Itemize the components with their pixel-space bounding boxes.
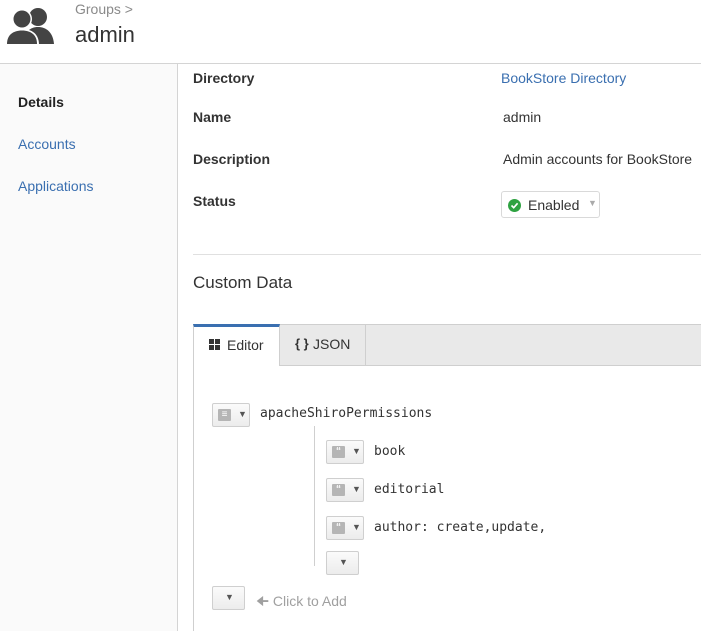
braces-icon: { } xyxy=(295,336,309,351)
description-value: Admin accounts for BookStore xyxy=(503,151,693,167)
grid-icon xyxy=(209,339,221,351)
tab-editor[interactable]: Editor xyxy=(193,324,280,367)
sidebar-item-accounts[interactable]: Accounts xyxy=(18,136,76,152)
quote-icon: “ xyxy=(332,446,345,458)
quote-icon: “ xyxy=(332,522,345,534)
directory-label: Directory xyxy=(193,70,255,86)
section-divider xyxy=(193,254,701,255)
tree-item[interactable]: editorial xyxy=(374,482,444,497)
tab-json-label: JSON xyxy=(313,336,351,352)
status-value: Enabled xyxy=(528,197,580,213)
page-header: Groups > admin xyxy=(0,0,701,64)
object-type-button[interactable]: ≡ ▼ xyxy=(212,403,250,427)
sidebar: Details Accounts Applications xyxy=(0,64,178,631)
directory-link[interactable]: BookStore Directory xyxy=(501,70,626,86)
chevron-down-icon: ▼ xyxy=(588,198,597,208)
breadcrumb[interactable]: Groups > xyxy=(75,1,133,17)
sidebar-item-applications[interactable]: Applications xyxy=(18,178,94,194)
check-circle-icon xyxy=(508,199,521,212)
tab-editor-label: Editor xyxy=(227,337,264,353)
sidebar-item-details[interactable]: Details xyxy=(18,94,64,110)
quote-icon: “ xyxy=(332,484,345,496)
object-icon: ≡ xyxy=(218,409,231,421)
chevron-down-icon: ▼ xyxy=(238,409,247,419)
tree-item[interactable]: book xyxy=(374,444,405,459)
page-title: admin xyxy=(75,22,135,47)
add-item-dropdown[interactable]: ▼ xyxy=(326,551,359,575)
name-value: admin xyxy=(503,109,542,125)
description-label: Description xyxy=(193,151,271,167)
string-type-button[interactable]: “ ▼ xyxy=(326,478,364,502)
chevron-down-icon: ▼ xyxy=(339,557,348,567)
tree-item[interactable]: author: create,update, xyxy=(374,520,546,535)
tree-connector xyxy=(314,426,315,566)
tree-root-key[interactable]: apacheShiroPermissions xyxy=(260,406,432,421)
custom-data-title: Custom Data xyxy=(193,273,293,292)
tab-json[interactable]: { } JSON xyxy=(280,324,366,366)
name-label: Name xyxy=(193,109,232,125)
status-select[interactable]: Enabled ▼ xyxy=(501,191,600,218)
chevron-down-icon: ▼ xyxy=(352,484,361,494)
chevron-down-icon: ▼ xyxy=(352,522,361,532)
string-type-button[interactable]: “ ▼ xyxy=(326,440,364,464)
click-to-add-hint: 🠈 Click to Add xyxy=(256,591,347,615)
chevron-down-icon: ▼ xyxy=(352,446,361,456)
chevron-down-icon: ▼ xyxy=(225,592,234,602)
arrow-left-icon: 🠈 xyxy=(256,593,270,609)
string-type-button[interactable]: “ ▼ xyxy=(326,516,364,540)
group-icon xyxy=(5,8,54,45)
add-field-dropdown[interactable]: ▼ xyxy=(212,586,245,610)
click-to-add-label: Click to Add xyxy=(272,593,347,609)
status-label: Status xyxy=(193,193,236,209)
custom-data-tabbar: Editor { } JSON xyxy=(193,324,701,367)
